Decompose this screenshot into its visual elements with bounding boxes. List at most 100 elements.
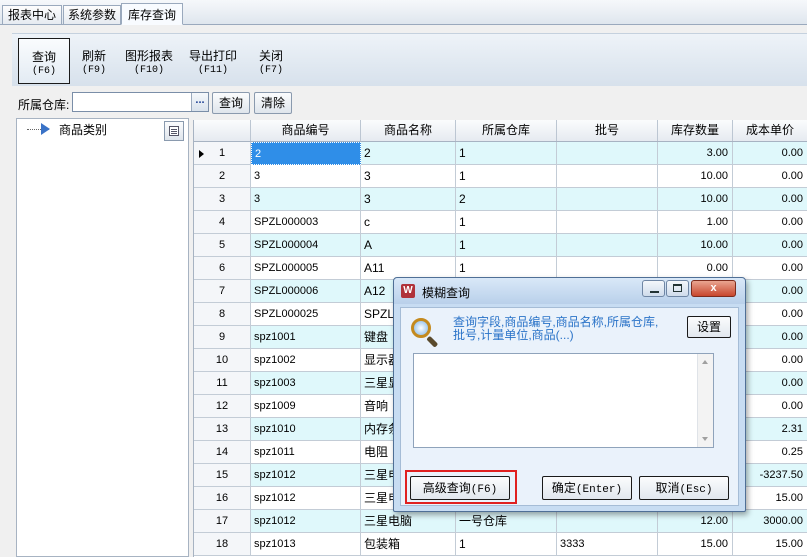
cell-product-code[interactable]: spz1011: [251, 441, 361, 464]
query-text-scrollbar[interactable]: [697, 354, 713, 447]
tab-report-center[interactable]: 报表中心: [2, 5, 62, 24]
row-indicator[interactable]: 13: [194, 418, 251, 441]
filter-query-button[interactable]: 查询: [212, 92, 250, 114]
header-batch[interactable]: 批号: [557, 120, 658, 141]
row-indicator[interactable]: 12: [194, 395, 251, 418]
cell-unit-cost[interactable]: 15.00: [733, 533, 807, 556]
cell-product-code[interactable]: SPZL000005: [251, 257, 361, 280]
cell-warehouse[interactable]: 1: [456, 234, 557, 257]
query-text-input[interactable]: [413, 353, 714, 448]
warehouse-browse-button[interactable]: ...: [191, 93, 208, 111]
cell-product-code[interactable]: spz1003: [251, 372, 361, 395]
cell-warehouse[interactable]: 1: [456, 211, 557, 234]
cell-product-code[interactable]: spz1012: [251, 510, 361, 533]
row-indicator[interactable]: 11: [194, 372, 251, 395]
cell-product-code[interactable]: SPZL000025: [251, 303, 361, 326]
cell-product-code[interactable]: spz1002: [251, 349, 361, 372]
cell-stock-qty[interactable]: 10.00: [658, 234, 733, 257]
cell-product-code[interactable]: spz1010: [251, 418, 361, 441]
close-button[interactable]: 关闭 (F7): [248, 38, 294, 84]
header-warehouse[interactable]: 所属仓库: [456, 120, 557, 141]
cell-unit-cost[interactable]: 0.00: [733, 257, 807, 280]
table-row[interactable]: 5 SPZL000004 A 1 10.00 0.00: [194, 234, 807, 257]
tree-node-arrow-icon[interactable]: [41, 123, 50, 135]
cell-product-code[interactable]: 3: [251, 188, 361, 211]
row-indicator[interactable]: 16: [194, 487, 251, 510]
cell-stock-qty[interactable]: 15.00: [658, 533, 733, 556]
scroll-down-icon[interactable]: [702, 437, 708, 441]
cell-product-name[interactable]: 包装箱: [361, 533, 456, 556]
cell-product-code[interactable]: spz1012: [251, 464, 361, 487]
row-indicator[interactable]: 9: [194, 326, 251, 349]
cell-batch[interactable]: [557, 188, 658, 211]
cell-product-code[interactable]: spz1009: [251, 395, 361, 418]
cell-batch[interactable]: [557, 510, 658, 533]
header-stock-qty[interactable]: 库存数量: [658, 120, 733, 141]
cell-unit-cost[interactable]: 0.00: [733, 165, 807, 188]
minimize-button[interactable]: [642, 280, 665, 297]
row-indicator[interactable]: 3: [194, 188, 251, 211]
filter-clear-button[interactable]: 清除: [254, 92, 292, 114]
row-indicator[interactable]: 4: [194, 211, 251, 234]
row-indicator[interactable]: 6: [194, 257, 251, 280]
cell-product-code[interactable]: SPZL000003: [251, 211, 361, 234]
tree-options-icon[interactable]: [164, 121, 184, 141]
table-row[interactable]: 4 SPZL000003 c 1 1.00 0.00: [194, 211, 807, 234]
cell-stock-qty[interactable]: 10.00: [658, 165, 733, 188]
cell-product-name[interactable]: 三星电脑: [361, 510, 456, 533]
row-indicator[interactable]: 5: [194, 234, 251, 257]
cell-warehouse[interactable]: 1: [456, 142, 557, 165]
graph-report-button[interactable]: 图形报表 (F10): [118, 38, 180, 84]
tab-system-params[interactable]: 系统参数: [63, 5, 121, 24]
cell-product-code[interactable]: 2: [251, 142, 361, 165]
row-indicator[interactable]: 7: [194, 280, 251, 303]
refresh-button[interactable]: 刷新 (F9): [70, 38, 118, 84]
table-row[interactable]: 17 spz1012 三星电脑 一号仓库 12.00 3000.00: [194, 510, 807, 533]
cell-product-name[interactable]: 2: [361, 142, 456, 165]
settings-button[interactable]: 设置: [687, 316, 731, 338]
cell-warehouse[interactable]: 一号仓库: [456, 510, 557, 533]
cell-product-name[interactable]: c: [361, 211, 456, 234]
cell-warehouse[interactable]: 1: [456, 533, 557, 556]
header-product-name[interactable]: 商品名称: [361, 120, 456, 141]
table-row[interactable]: 3 3 3 2 10.00 0.00: [194, 188, 807, 211]
cell-product-code[interactable]: spz1012: [251, 487, 361, 510]
cell-batch[interactable]: 3333: [557, 533, 658, 556]
cell-stock-qty[interactable]: 12.00: [658, 510, 733, 533]
cell-unit-cost[interactable]: 0.00: [733, 142, 807, 165]
advanced-query-button[interactable]: 高级查询(F6): [410, 476, 510, 500]
row-indicator[interactable]: 10: [194, 349, 251, 372]
table-row[interactable]: 2 3 3 1 10.00 0.00: [194, 165, 807, 188]
row-indicator[interactable]: 2: [194, 165, 251, 188]
cell-stock-qty[interactable]: 10.00: [658, 188, 733, 211]
row-indicator[interactable]: 14: [194, 441, 251, 464]
cell-batch[interactable]: [557, 211, 658, 234]
query-button[interactable]: 查询 (F6): [18, 38, 70, 84]
maximize-button[interactable]: [666, 280, 689, 297]
cell-product-code[interactable]: 3: [251, 165, 361, 188]
cancel-button[interactable]: 取消(Esc): [639, 476, 729, 500]
table-row[interactable]: 18 spz1013 包装箱 1 3333 15.00 15.00: [194, 533, 807, 556]
cell-stock-qty[interactable]: 1.00: [658, 211, 733, 234]
cell-product-code[interactable]: spz1013: [251, 533, 361, 556]
scroll-up-icon[interactable]: [702, 360, 708, 364]
row-indicator[interactable]: 8: [194, 303, 251, 326]
export-print-button[interactable]: 导出打印 (F11): [182, 38, 244, 84]
row-indicator[interactable]: 1: [194, 142, 251, 165]
cell-unit-cost[interactable]: 0.00: [733, 188, 807, 211]
cell-warehouse[interactable]: 2: [456, 188, 557, 211]
row-indicator[interactable]: 18: [194, 533, 251, 556]
header-product-code[interactable]: 商品编号: [251, 120, 361, 141]
cell-product-name[interactable]: 3: [361, 165, 456, 188]
cell-product-name[interactable]: A: [361, 234, 456, 257]
cell-stock-qty[interactable]: 3.00: [658, 142, 733, 165]
header-unit-cost[interactable]: 成本单价: [733, 120, 807, 141]
cell-product-code[interactable]: spz1001: [251, 326, 361, 349]
cell-product-code[interactable]: SPZL000004: [251, 234, 361, 257]
cell-product-code[interactable]: SPZL000006: [251, 280, 361, 303]
dialog-titlebar[interactable]: W 模糊查询 x: [394, 278, 745, 304]
dialog-close-button[interactable]: x: [691, 280, 736, 297]
row-indicator[interactable]: 15: [194, 464, 251, 487]
cell-product-name[interactable]: 3: [361, 188, 456, 211]
cell-batch[interactable]: [557, 142, 658, 165]
